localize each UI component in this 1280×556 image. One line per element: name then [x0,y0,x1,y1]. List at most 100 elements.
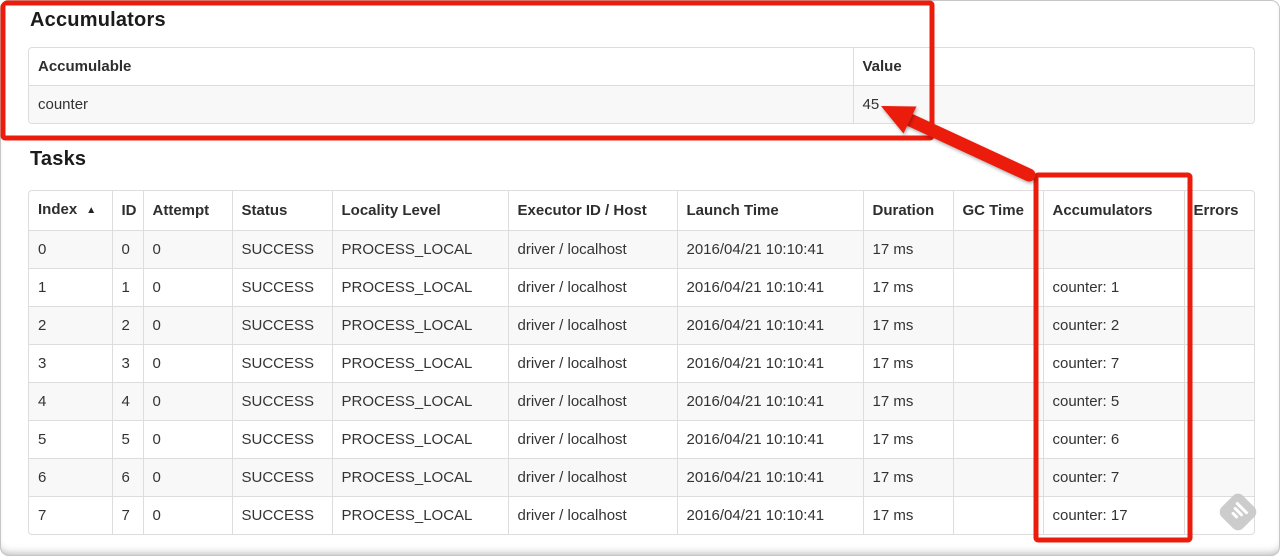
table-cell: 5 [29,420,112,459]
table-cell: counter: 2 [1042,306,1184,345]
column-header-index[interactable]: Index ▲ [29,191,112,231]
column-header-accumulators[interactable]: Accumulators [1042,191,1184,231]
table-cell: counter [29,85,853,123]
column-header-gc-time[interactable]: GC Time [952,191,1043,231]
table-cell: 1 [29,268,112,307]
column-header-errors[interactable]: Errors [1183,191,1254,231]
column-header-index-label: Index [38,201,78,218]
table-cell: driver / localhost [507,268,677,307]
table-cell [1183,268,1254,307]
table-cell: 5 [111,420,143,459]
table-row: 1 1 0 SUCCESS PROCESS_LOCAL driver / localhos… [29,268,1254,307]
table-cell: driver / localhost [507,230,677,269]
table-cell: 2 [111,306,143,345]
table-cell: driver / localhost [507,306,677,345]
table-cell: SUCCESS [231,458,332,497]
table-cell [952,382,1043,421]
table-cell: PROCESS_LOCAL [331,306,508,345]
tasks-heading: Tasks [30,148,87,170]
table-cell: counter: 5 [1042,382,1184,421]
table-cell: 2016/04/21 10:10:41 [676,306,863,345]
sort-ascending-icon: ▲ [86,205,97,216]
table-cell: PROCESS_LOCAL [331,458,508,497]
accumulators-header-row: Accumulable Value [29,48,1254,86]
spark-stage-page: Accumulators Accumulable Value counter 45… [0,0,1280,556]
column-header-locality-level[interactable]: Locality Level [331,191,508,231]
column-header-status[interactable]: Status [231,191,332,231]
table-cell: 3 [29,344,112,383]
table-cell: 45 [852,85,1254,123]
table-cell: SUCCESS [231,306,332,345]
table-cell: driver / localhost [507,458,677,497]
table-cell [952,306,1043,345]
table-row: 4 4 0 SUCCESS PROCESS_LOCAL driver / localhos… [29,382,1254,421]
table-cell: driver / localhost [507,382,677,421]
table-cell: 17 ms [862,458,953,497]
table-cell: SUCCESS [231,268,332,307]
table-cell: 17 ms [862,306,953,345]
table-cell: 17 ms [862,420,953,459]
table-cell: 0 [142,496,232,534]
table-cell: 2016/04/21 10:10:41 [676,420,863,459]
table-cell: SUCCESS [231,344,332,383]
table-cell: PROCESS_LOCAL [331,344,508,383]
table-cell [1183,420,1254,459]
column-header-attempt[interactable]: Attempt [142,191,232,231]
table-cell: 17 ms [862,496,953,534]
table-cell: 2 [29,306,112,345]
table-cell: 0 [142,230,232,269]
table-cell [1183,344,1254,383]
table-cell [1183,382,1254,421]
table-cell: SUCCESS [231,230,332,269]
table-cell: 2016/04/21 10:10:41 [676,344,863,383]
table-cell: 2016/04/21 10:10:41 [676,268,863,307]
table-cell: driver / localhost [507,344,677,383]
table-cell [952,496,1043,534]
table-row: 6 6 0 SUCCESS PROCESS_LOCAL driver / localhos… [29,458,1254,497]
column-header-executor-id-host[interactable]: Executor ID / Host [507,191,677,231]
table-cell: 6 [29,458,112,497]
table-cell: counter: 7 [1042,344,1184,383]
table-cell [952,344,1043,383]
table-cell: driver / localhost [507,496,677,534]
table-cell: 2016/04/21 10:10:41 [676,458,863,497]
table-cell: 4 [111,382,143,421]
table-cell: 0 [142,268,232,307]
table-row: 7 7 0 SUCCESS PROCESS_LOCAL driver / localhos… [29,496,1254,534]
table-cell: 2016/04/21 10:10:41 [676,496,863,534]
table-cell [1183,458,1254,497]
annotation-arrow-shaft [901,112,1036,182]
table-cell: 4 [29,382,112,421]
table-cell: 0 [29,230,112,269]
column-header-duration[interactable]: Duration [862,191,953,231]
table-cell: SUCCESS [231,382,332,421]
table-cell: counter: 6 [1042,420,1184,459]
table-cell: PROCESS_LOCAL [331,268,508,307]
table-cell: 17 ms [862,268,953,307]
table-cell: 0 [142,458,232,497]
column-header-id[interactable]: ID [111,191,143,231]
table-cell: 0 [142,382,232,421]
table-cell: 0 [142,344,232,383]
table-cell: 7 [29,496,112,534]
table-cell: 17 ms [862,382,953,421]
table-cell: counter: 17 [1042,496,1184,534]
table-row: 0 0 0 SUCCESS PROCESS_LOCAL driver / localhos… [29,230,1254,269]
table-row: 2 2 0 SUCCESS PROCESS_LOCAL driver / localhos… [29,306,1254,345]
column-header-accumulable[interactable]: Accumulable [29,48,853,86]
table-cell: 17 ms [862,344,953,383]
table-row: 5 5 0 SUCCESS PROCESS_LOCAL driver / localhos… [29,420,1254,459]
table-cell: driver / localhost [507,420,677,459]
table-cell: PROCESS_LOCAL [331,420,508,459]
table-cell: 6 [111,458,143,497]
table-cell: 7 [111,496,143,534]
table-cell: 3 [111,344,143,383]
table-cell: 0 [142,420,232,459]
table-cell [952,230,1043,269]
column-header-value[interactable]: Value [852,48,1254,86]
column-header-launch-time[interactable]: Launch Time [676,191,863,231]
table-cell [952,420,1043,459]
table-cell: PROCESS_LOCAL [331,230,508,269]
table-cell [1042,230,1184,269]
table-cell: 17 ms [862,230,953,269]
